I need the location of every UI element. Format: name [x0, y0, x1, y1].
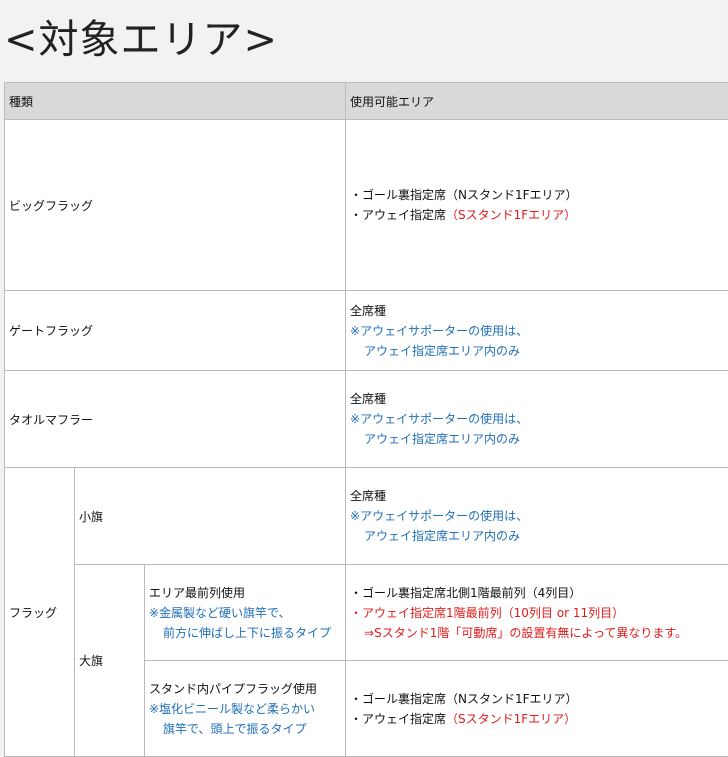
all-seats-text: 全席種 [350, 301, 728, 321]
table-row-flag-small: フラッグ 小旗 全席種 ※アウェイサポーターの使用は、 アウェイ指定席エリア内の… [5, 468, 728, 565]
away-note-line: ※アウェイサポーターの使用は、 [350, 409, 728, 429]
away-note-line: アウェイ指定席エリア内のみ [350, 341, 728, 361]
row-label-big-flag: ビッグフラッグ [5, 120, 346, 291]
table-row-towel: タオルマフラー 全席種 ※アウェイサポーターの使用は、 アウェイ指定席エリア内の… [5, 371, 728, 468]
row-label-small-flag: 小旗 [75, 468, 346, 565]
condition-note: 旗竿で、頭上で振るタイプ [149, 719, 341, 739]
area-line: ・アウェイ指定席（Sスタンド1Fエリア） [350, 205, 728, 225]
area-towel: 全席種 ※アウェイサポーターの使用は、 アウェイ指定席エリア内のみ [346, 371, 728, 468]
page-title: <対象エリア> [0, 0, 728, 80]
area-line: ⇒Sスタンド1階「可動席」の設置有無によって異なります。 [350, 623, 728, 643]
away-note-line: ※アウェイサポーターの使用は、 [350, 506, 728, 526]
header-area: 使用可能エリア [346, 83, 728, 120]
area-large-pipe: ・ゴール裏指定席（Nスタンド1Fエリア） ・アウェイ指定席（Sスタンド1Fエリア… [346, 661, 728, 757]
table-row-flag-large-front: 大旗 エリア最前列使用 ※金属製など硬い旗竿で、 前方に伸ばし上下に振るタイプ … [5, 565, 728, 661]
condition-front: エリア最前列使用 ※金属製など硬い旗竿で、 前方に伸ばし上下に振るタイプ [145, 565, 346, 661]
area-text: ・アウェイ指定席 [350, 712, 446, 726]
table-row-big-flag: ビッグフラッグ ・ゴール裏指定席（Nスタンド1Fエリア） ・アウェイ指定席（Sス… [5, 120, 728, 291]
row-label-flag: フラッグ [5, 468, 75, 757]
area-line: ・アウェイ指定席（Sスタンド1Fエリア） [350, 709, 728, 729]
away-note-line: ※アウェイサポーターの使用は、 [350, 321, 728, 341]
row-label-gate-flag: ゲートフラッグ [5, 291, 346, 371]
all-seats-text: 全席種 [350, 486, 728, 506]
area-big-flag: ・ゴール裏指定席（Nスタンド1Fエリア） ・アウェイ指定席（Sスタンド1Fエリア… [346, 120, 728, 291]
condition-title: エリア最前列使用 [149, 583, 341, 603]
area-line: ・ゴール裏指定席北側1階最前列（4列目） [350, 583, 728, 603]
condition-note: ※金属製など硬い旗竿で、 [149, 603, 341, 623]
condition-title: スタンド内パイプフラッグ使用 [149, 679, 341, 699]
row-label-towel: タオルマフラー [5, 371, 346, 468]
area-large-front: ・ゴール裏指定席北側1階最前列（4列目） ・アウェイ指定席1階最前列（10列目 … [346, 565, 728, 661]
condition-pipe: スタンド内パイプフラッグ使用 ※塩化ビニール製など柔らかい 旗竿で、頭上で振るタ… [145, 661, 346, 757]
condition-note: 前方に伸ばし上下に振るタイプ [149, 623, 341, 643]
area-text: ・アウェイ指定席 [350, 208, 446, 222]
table-row-gate-flag: ゲートフラッグ 全席種 ※アウェイサポーターの使用は、 アウェイ指定席エリア内の… [5, 291, 728, 371]
area-gate-flag: 全席種 ※アウェイサポーターの使用は、 アウェイ指定席エリア内のみ [346, 291, 728, 371]
target-area-table: 種類 使用可能エリア ビッグフラッグ ・ゴール裏指定席（Nスタンド1Fエリア） … [4, 82, 728, 757]
area-line: ・アウェイ指定席1階最前列（10列目 or 11列目） [350, 603, 728, 623]
condition-note: ※塩化ビニール製など柔らかい [149, 699, 341, 719]
area-small-flag: 全席種 ※アウェイサポーターの使用は、 アウェイ指定席エリア内のみ [346, 468, 728, 565]
row-label-large-flag: 大旗 [75, 565, 145, 757]
all-seats-text: 全席種 [350, 389, 728, 409]
area-line: ・ゴール裏指定席（Nスタンド1Fエリア） [350, 689, 728, 709]
table-header-row: 種類 使用可能エリア [5, 83, 728, 120]
away-note-line: アウェイ指定席エリア内のみ [350, 526, 728, 546]
away-note-line: アウェイ指定席エリア内のみ [350, 429, 728, 449]
area-highlight: （Sスタンド1Fエリア） [446, 712, 576, 726]
area-highlight: （Sスタンド1Fエリア） [446, 208, 576, 222]
header-type: 種類 [5, 83, 346, 120]
area-line: ・ゴール裏指定席（Nスタンド1Fエリア） [350, 185, 728, 205]
